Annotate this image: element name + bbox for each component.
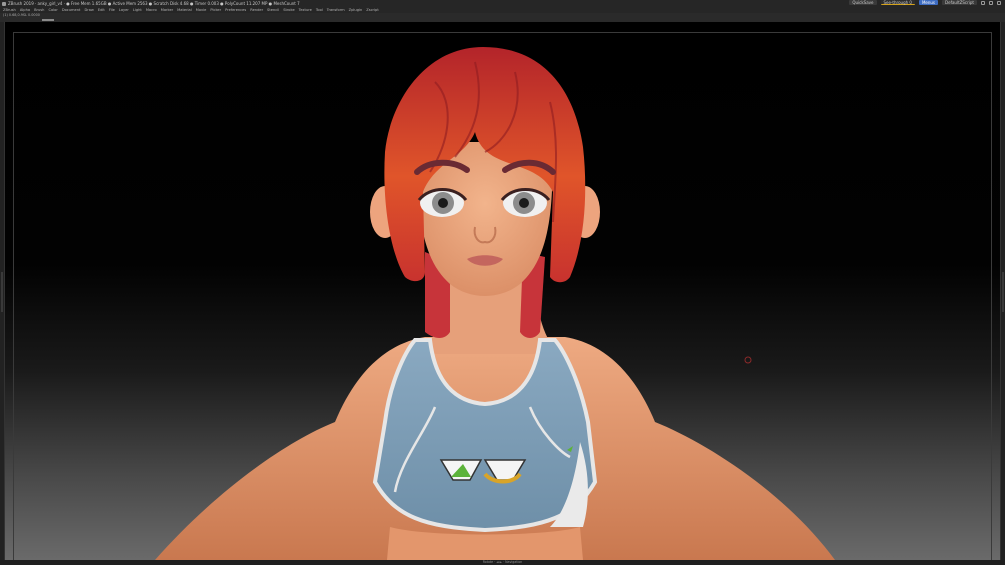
info-readout: (1) 0.68,0.9SL 0.0000 [3, 13, 40, 17]
status-text: Rotate · ◄ ► · Navigation [482, 560, 523, 564]
app-icon [2, 2, 6, 6]
window-title: ZBrush 2019 · anky_girl_v4 · ● Free Mem … [8, 1, 300, 6]
title-right: QuickSave See-through 0 Menus DefaultZSc… [849, 0, 1001, 5]
character-render [155, 47, 835, 560]
right-tray[interactable] [1000, 22, 1005, 560]
title-bar: ZBrush 2019 · anky_girl_v4 · ● Free Mem … [0, 0, 1005, 7]
left-pupil [438, 198, 448, 208]
viewport-canvas[interactable] [5, 22, 1000, 560]
window-controls-icon[interactable] [981, 0, 985, 5]
see-through-slider[interactable]: See-through 0 [880, 0, 915, 5]
right-tray-grip[interactable] [1002, 272, 1004, 312]
quicksave-button[interactable]: QuickSave [849, 0, 877, 5]
close-icon[interactable] [997, 0, 1001, 5]
default-zscript-button[interactable]: DefaultZScript [942, 0, 977, 5]
title-left: ZBrush 2019 · anky_girl_v4 · ● Free Mem … [2, 0, 300, 7]
cursor-target-icon [744, 356, 752, 364]
menus-button[interactable]: Menus [918, 0, 939, 5]
active-tab-marker[interactable] [42, 19, 54, 21]
left-tray-grip[interactable] [1, 272, 3, 312]
status-bar: Rotate · ◄ ► · Navigation [0, 560, 1005, 565]
right-pupil [519, 198, 529, 208]
minimize-icon[interactable] [989, 0, 993, 5]
